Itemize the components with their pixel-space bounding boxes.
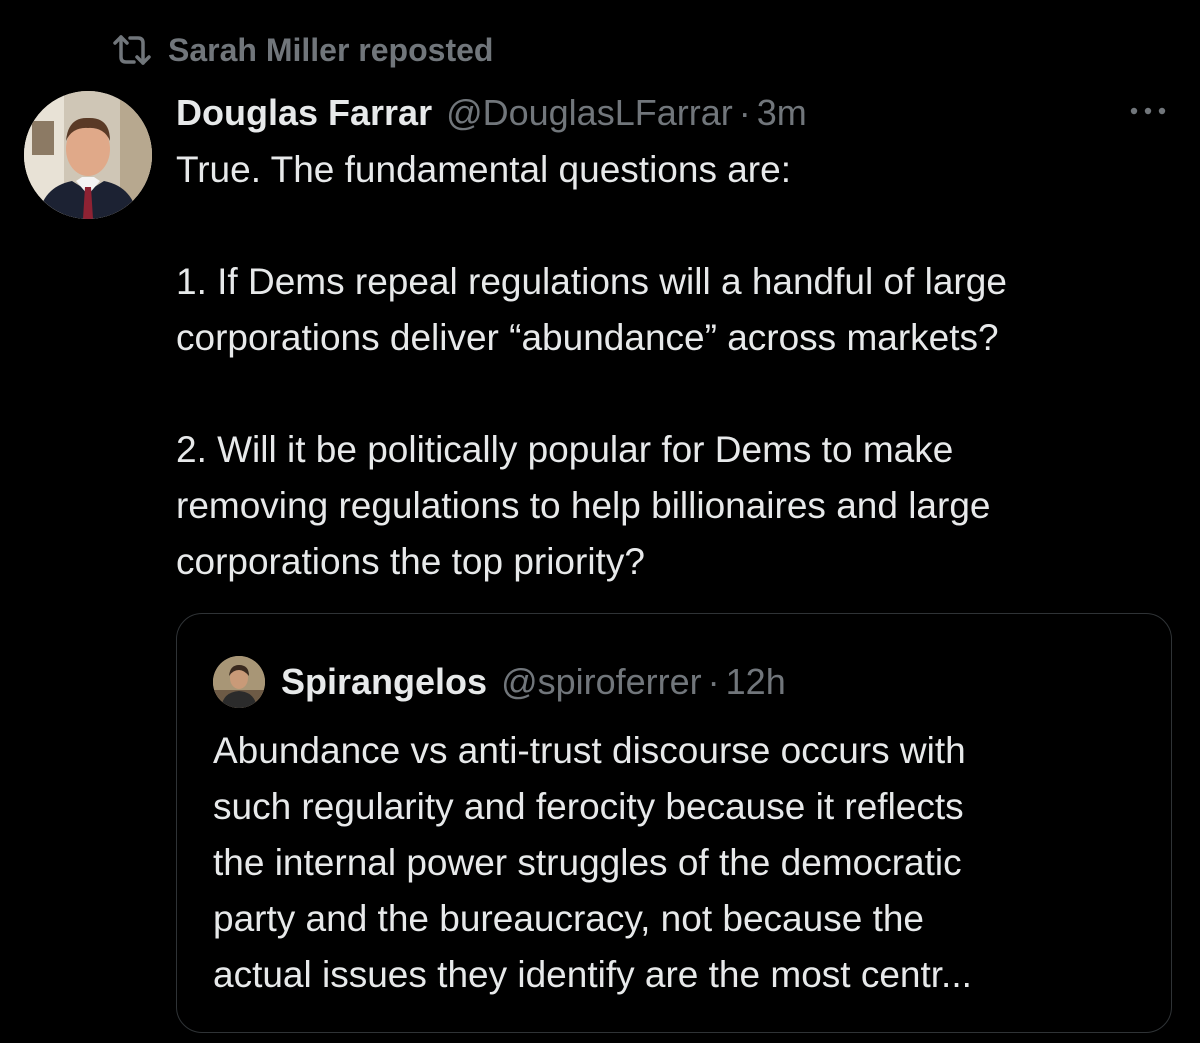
more-options-button[interactable] — [1124, 96, 1172, 128]
quoted-author-handle[interactable]: @spiroferrer — [501, 661, 702, 703]
more-options-icon — [1128, 103, 1168, 121]
repost-indicator[interactable]: Sarah Miller reposted — [110, 28, 493, 72]
quoted-post-header: Spirangelos @spiroferrer · 12h — [213, 656, 786, 708]
post-text-line: 2. Will it be politically popular for De… — [176, 429, 954, 470]
post-header: Douglas Farrar @DouglasLFarrar · 3m — [176, 89, 807, 137]
quoted-text-line: party and the bureaucracy, not because t… — [213, 898, 925, 939]
post-text-line: 1. If Dems repeal regulations will a han… — [176, 261, 1007, 302]
post-text-line: corporations the top priority? — [176, 541, 645, 582]
post-timestamp[interactable]: 3m — [757, 92, 807, 134]
quoted-author-name[interactable]: Spirangelos — [281, 661, 487, 703]
author-avatar[interactable] — [24, 91, 152, 219]
post-text-line: corporations deliver “abundance” across … — [176, 317, 999, 358]
quoted-post-card[interactable]: Spirangelos @spiroferrer · 12h Abundance… — [176, 613, 1172, 1033]
separator-dot: · — [707, 661, 720, 702]
post-text-line: removing regulations to help billionaire… — [176, 485, 991, 526]
quoted-text-line: such regularity and ferocity because it … — [213, 786, 964, 827]
author-handle[interactable]: @DouglasLFarrar — [446, 92, 733, 134]
quoted-text-line: actual issues they identify are the most… — [213, 954, 972, 995]
quoted-author-avatar[interactable] — [213, 656, 265, 708]
quoted-text-line: Abundance vs anti-trust discourse occurs… — [213, 730, 966, 771]
quoted-post-text: Abundance vs anti-trust discourse occurs… — [213, 723, 1153, 1003]
repost-text: Sarah Miller reposted — [168, 31, 494, 68]
post-text: True. The fundamental questions are: 1. … — [176, 142, 1176, 590]
author-name[interactable]: Douglas Farrar — [176, 92, 432, 134]
repost-icon — [110, 34, 154, 66]
quoted-text-line: the internal power struggles of the demo… — [213, 842, 962, 883]
quoted-post-timestamp[interactable]: 12h — [726, 661, 786, 703]
post-text-line: True. The fundamental questions are: — [176, 149, 791, 190]
separator-dot: · — [738, 92, 751, 133]
